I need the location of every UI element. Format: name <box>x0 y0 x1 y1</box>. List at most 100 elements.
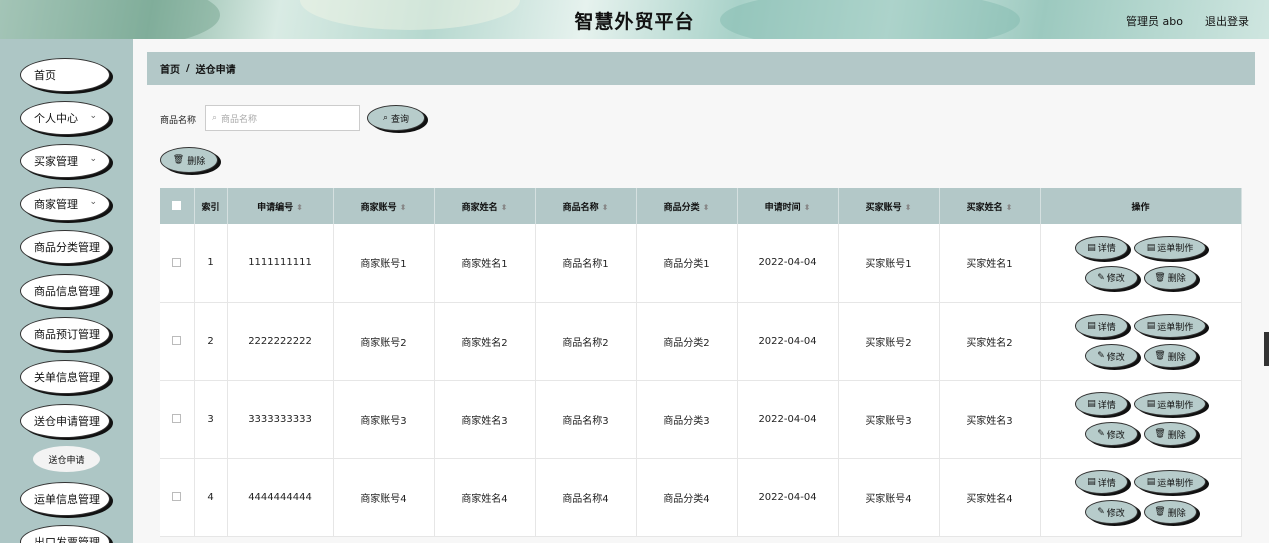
delete-button[interactable]: 🗑 删除 <box>1143 500 1197 524</box>
detail-button-label: 详情 <box>1097 244 1116 255</box>
make-waybill-button[interactable]: ▤ 运单制作 <box>1134 235 1206 260</box>
table-row: 4 4444444444 商家账号4 商家姓名4 商品名称4 商品分类4 202… <box>160 458 1242 537</box>
sort-icon[interactable]: ⬍ <box>905 203 912 212</box>
column-header-label: 申请编号 <box>257 202 294 213</box>
make-waybill-button[interactable]: ▤ 运单制作 <box>1134 392 1206 416</box>
sidebar-item-waybill-management[interactable]: 运单信息管理 <box>20 482 110 516</box>
edit-button[interactable]: ✎ 修改 <box>1084 422 1138 446</box>
cell-product-name: 商品名称1 <box>535 224 637 303</box>
sort-icon[interactable]: ⬍ <box>703 203 710 212</box>
trash-icon: 🗑 <box>1154 351 1166 361</box>
current-user-label: 管理员 abo <box>1126 15 1183 28</box>
make-waybill-button-label: 运单制作 <box>1157 400 1194 411</box>
scrollbar-thumb[interactable] <box>1264 332 1269 366</box>
edit-button[interactable]: ✎ 修改 <box>1084 344 1138 368</box>
detail-button[interactable]: ▤ 详情 <box>1075 392 1128 416</box>
cell-buyer-name: 买家姓名3 <box>939 380 1041 459</box>
sidebar-item-personal-center[interactable]: 个人中心 ⌄ <box>20 101 110 135</box>
row-select-cell[interactable] <box>160 380 195 459</box>
make-waybill-button[interactable]: ▤ 运单制作 <box>1134 314 1206 338</box>
cell-merchant-account: 商家账号2 <box>333 302 435 381</box>
document-icon: ▤ <box>1087 477 1096 487</box>
sidebar-item-warehouse-application-management[interactable]: 送仓申请管理 <box>20 404 110 438</box>
detail-button[interactable]: ▤ 详情 <box>1075 470 1128 494</box>
detail-button[interactable]: ▤ 详情 <box>1075 314 1128 338</box>
column-header[interactable]: 商家账号 ⬍ <box>333 188 435 224</box>
cell-merchant-account: 商家账号3 <box>333 380 435 459</box>
cell-merchant-name: 商家姓名1 <box>434 224 536 303</box>
delete-button[interactable]: 🗑 删除 <box>1143 344 1197 368</box>
edit-button-label: 修改 <box>1106 508 1125 519</box>
select-all-checkbox[interactable] <box>172 201 182 210</box>
search-placeholder: 商品名称 <box>221 114 258 125</box>
edit-button-label: 修改 <box>1106 430 1125 441</box>
column-header[interactable]: 申请时间 ⬍ <box>737 188 839 224</box>
sort-icon[interactable]: ⬍ <box>1006 203 1013 212</box>
chevron-down-icon: ⌄ <box>89 111 97 121</box>
sidebar-item-category-management[interactable]: 商品分类管理 <box>20 230 110 264</box>
sort-icon[interactable]: ⬍ <box>804 203 811 212</box>
bulk-delete-button[interactable]: 🗑 删除 <box>160 147 218 173</box>
search-icon: ⌕ <box>212 113 218 123</box>
sidebar-item-buyer-management[interactable]: 买家管理 ⌄ <box>20 144 110 178</box>
application-table: 索引 申请编号 ⬍ 商家账号 ⬍ 商家姓名 ⬍ 商品名称 ⬍ 商品分类 ⬍ 申请时间 ⬍ 买… <box>160 188 1242 537</box>
product-name-search-input[interactable]: ⌕ 商品名称 <box>205 105 360 131</box>
sidebar-item-customs-management[interactable]: 关单信息管理 <box>20 360 110 394</box>
sort-icon[interactable]: ⬍ <box>296 203 303 212</box>
row-checkbox[interactable] <box>172 492 182 501</box>
cell-actions: ▤ 详情 ▤ 运单制作 ✎ 修改 🗑 删除 <box>1040 302 1242 381</box>
column-header[interactable]: 买家账号 ⬍ <box>838 188 940 224</box>
cell-product-category: 商品分类1 <box>636 224 738 303</box>
select-all-cell[interactable] <box>160 188 195 224</box>
breadcrumb-separator: / <box>186 63 190 74</box>
delete-button[interactable]: 🗑 删除 <box>1143 422 1197 446</box>
edit-button[interactable]: ✎ 修改 <box>1084 265 1138 290</box>
delete-button[interactable]: 🗑 删除 <box>1143 265 1197 290</box>
sort-icon[interactable]: ⬍ <box>602 203 609 212</box>
submenu-item-warehouse-application[interactable]: 送仓申请 <box>33 446 100 472</box>
query-button[interactable]: ⌕ 查询 <box>367 105 425 131</box>
edit-button-label: 修改 <box>1106 274 1125 285</box>
row-checkbox[interactable] <box>172 336 182 345</box>
cell-buyer-name: 买家姓名4 <box>939 458 1041 537</box>
column-header-label: 商家账号 <box>360 202 397 213</box>
sidebar-item-product-management[interactable]: 商品信息管理 <box>20 274 110 308</box>
cell-merchant-account: 商家账号1 <box>333 224 435 303</box>
sort-icon[interactable]: ⬍ <box>501 203 508 212</box>
row-checkbox[interactable] <box>172 257 182 267</box>
cell-buyer-account: 买家账号2 <box>838 302 940 381</box>
detail-button-label: 详情 <box>1097 322 1116 333</box>
column-header[interactable]: 商品分类 ⬍ <box>636 188 738 224</box>
sidebar-item-label: 商品分类管理 <box>34 241 100 254</box>
row-actions-bottom: ✎ 修改 🗑 删除 <box>1084 265 1197 290</box>
sidebar-item-home[interactable]: 首页 <box>20 58 110 92</box>
detail-button[interactable]: ▤ 详情 <box>1075 235 1128 260</box>
cell-merchant-name: 商家姓名2 <box>434 302 536 381</box>
column-header[interactable]: 申请编号 ⬍ <box>227 188 334 224</box>
delete-button-label: 删除 <box>1167 430 1186 441</box>
logout-link[interactable]: 退出登录 <box>1205 13 1249 29</box>
row-select-cell[interactable] <box>160 458 195 537</box>
make-waybill-button[interactable]: ▤ 运单制作 <box>1134 470 1206 494</box>
column-header[interactable]: 商家姓名 ⬍ <box>434 188 536 224</box>
sidebar-item-reservation-management[interactable]: 商品预订管理 <box>20 317 110 351</box>
sidebar-item-merchant-management[interactable]: 商家管理 ⌄ <box>20 187 110 221</box>
row-actions-top: ▤ 详情 ▤ 运单制作 <box>1075 470 1206 494</box>
bulk-delete-label: 删除 <box>187 156 206 167</box>
pencil-icon: ✎ <box>1097 351 1105 361</box>
edit-button[interactable]: ✎ 修改 <box>1084 500 1138 524</box>
sidebar-item-label: 商品预订管理 <box>34 328 100 341</box>
column-header-label: 商品分类 <box>663 202 700 213</box>
row-select-cell[interactable] <box>160 302 195 381</box>
breadcrumb-home[interactable]: 首页 <box>160 61 180 76</box>
column-header[interactable]: 买家姓名 ⬍ <box>939 188 1041 224</box>
row-actions-top: ▤ 详情 ▤ 运单制作 <box>1075 314 1206 338</box>
row-checkbox[interactable] <box>172 414 182 423</box>
row-select-cell[interactable] <box>160 224 195 303</box>
row-actions: ▤ 详情 ▤ 运单制作 ✎ 修改 🗑 删除 <box>1041 314 1241 368</box>
sort-icon[interactable]: ⬍ <box>400 203 407 212</box>
cell-product-name: 商品名称4 <box>535 458 637 537</box>
cell-buyer-name: 买家姓名2 <box>939 302 1041 381</box>
column-header[interactable]: 商品名称 ⬍ <box>535 188 637 224</box>
cell-apply-time: 2022-04-04 <box>737 224 839 303</box>
